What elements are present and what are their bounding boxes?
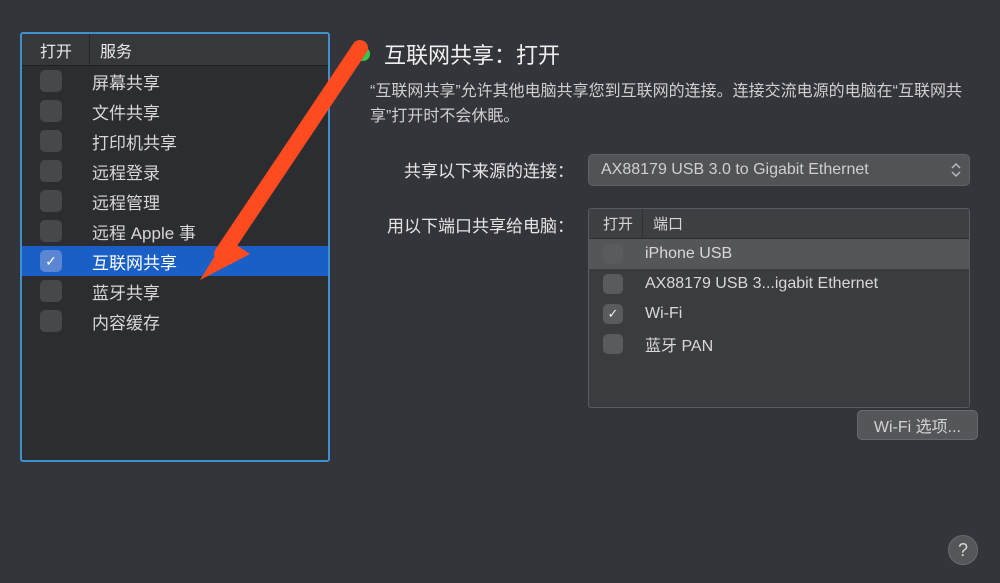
ports-header: 打开 端口 <box>589 209 969 239</box>
source-dropdown[interactable]: AX88179 USB 3.0 to Gigabit Ethernet <box>588 154 970 186</box>
service-row[interactable]: ✓ 内容缓存 <box>22 306 328 336</box>
ports-label: 用以下端口共享给电脑： <box>370 208 574 408</box>
service-label: 远程登录 <box>92 159 160 184</box>
port-row[interactable]: ✓ Wi-Fi <box>589 299 969 329</box>
service-row[interactable]: ✓ 打印机共享 <box>22 126 328 156</box>
help-icon: ? <box>958 540 968 561</box>
services-list: ✓ 屏幕共享 ✓ 文件共享 ✓ 打印机共享 ✓ 远程登录 ✓ 远程管理 ✓ 远程 Apple 事 ✓ 互联… <box>22 66 328 336</box>
service-checkbox[interactable]: ✓ <box>40 190 62 212</box>
service-row[interactable]: ✓ 远程登录 <box>22 156 328 186</box>
port-checkbox[interactable]: ✓ <box>603 304 623 324</box>
service-label: 文件共享 <box>92 99 160 124</box>
source-row: 共享以下来源的连接： AX88179 USB 3.0 to Gigabit Et… <box>370 154 980 186</box>
port-row[interactable]: ✓ 蓝牙 PAN <box>589 329 969 359</box>
sharing-title-line: 互联网共享：打开 <box>356 38 980 70</box>
service-label: 互联网共享 <box>92 249 177 274</box>
service-checkbox[interactable]: ✓ <box>40 160 62 182</box>
wifi-options-label: Wi-Fi 选项... <box>874 413 961 437</box>
services-header-on: 打开 <box>22 34 90 65</box>
service-label: 蓝牙共享 <box>92 279 160 304</box>
port-row[interactable]: ✓ iPhone USB <box>589 239 969 269</box>
check-icon: ✓ <box>45 253 57 270</box>
source-dropdown-value: AX88179 USB 3.0 to Gigabit Ethernet <box>601 161 869 179</box>
details-pane: 互联网共享：打开 “互联网共享”允许其他电脑共享您到互联网的连接。连接交流电源的… <box>350 38 980 408</box>
service-checkbox[interactable]: ✓ <box>40 70 62 92</box>
service-row[interactable]: ✓ 远程 Apple 事 <box>22 216 328 246</box>
service-row[interactable]: ✓ 互联网共享 <box>22 246 328 276</box>
services-header-service: 服务 <box>90 38 132 62</box>
port-checkbox[interactable]: ✓ <box>603 274 623 294</box>
chevron-updown-icon <box>951 162 961 178</box>
port-label: AX88179 USB 3...igabit Ethernet <box>645 275 878 293</box>
port-row[interactable]: ✓ AX88179 USB 3...igabit Ethernet <box>589 269 969 299</box>
service-checkbox[interactable]: ✓ <box>40 100 62 122</box>
ports-table-pad <box>589 359 969 407</box>
service-checkbox[interactable]: ✓ <box>40 220 62 242</box>
service-row[interactable]: ✓ 蓝牙共享 <box>22 276 328 306</box>
port-checkbox[interactable]: ✓ <box>603 244 623 264</box>
sharing-title: 互联网共享：打开 <box>384 38 560 70</box>
ports-row: 用以下端口共享给电脑： 打开 端口 ✓ iPhone USB ✓ AX88179 US… <box>370 208 980 408</box>
service-row[interactable]: ✓ 屏幕共享 <box>22 66 328 96</box>
services-header: 打开 服务 <box>22 34 328 66</box>
port-label: iPhone USB <box>645 245 732 263</box>
help-button[interactable]: ? <box>948 535 978 565</box>
service-row[interactable]: ✓ 远程管理 <box>22 186 328 216</box>
ports-header-port: 端口 <box>643 213 683 234</box>
service-checkbox[interactable]: ✓ <box>40 130 62 152</box>
status-dot-icon <box>356 47 370 61</box>
service-label: 远程 Apple 事 <box>92 219 196 244</box>
source-label: 共享以下来源的连接： <box>370 157 574 182</box>
service-label: 远程管理 <box>92 189 160 214</box>
service-checkbox[interactable]: ✓ <box>40 310 62 332</box>
service-checkbox[interactable]: ✓ <box>40 280 62 302</box>
service-label: 内容缓存 <box>92 309 160 334</box>
service-label: 打印机共享 <box>92 129 177 154</box>
ports-header-on: 打开 <box>589 209 643 238</box>
wifi-options-button[interactable]: Wi-Fi 选项... <box>857 410 978 440</box>
service-label: 屏幕共享 <box>92 69 160 94</box>
port-label: Wi-Fi <box>645 305 682 323</box>
service-checkbox[interactable]: ✓ <box>40 250 62 272</box>
port-label: 蓝牙 PAN <box>645 332 713 356</box>
check-icon: ✓ <box>608 306 619 322</box>
service-row[interactable]: ✓ 文件共享 <box>22 96 328 126</box>
services-panel: 打开 服务 ✓ 屏幕共享 ✓ 文件共享 ✓ 打印机共享 ✓ 远程登录 ✓ 远程管理 ✓ 远程 Appl… <box>20 32 330 462</box>
port-checkbox[interactable]: ✓ <box>603 334 623 354</box>
ports-list: ✓ iPhone USB ✓ AX88179 USB 3...igabit Ether… <box>589 239 969 359</box>
sharing-description: “互联网共享”允许其他电脑共享您到互联网的连接。连接交流电源的电脑在“互联网共享… <box>370 80 970 130</box>
ports-table: 打开 端口 ✓ iPhone USB ✓ AX88179 USB 3...igabit… <box>588 208 970 408</box>
